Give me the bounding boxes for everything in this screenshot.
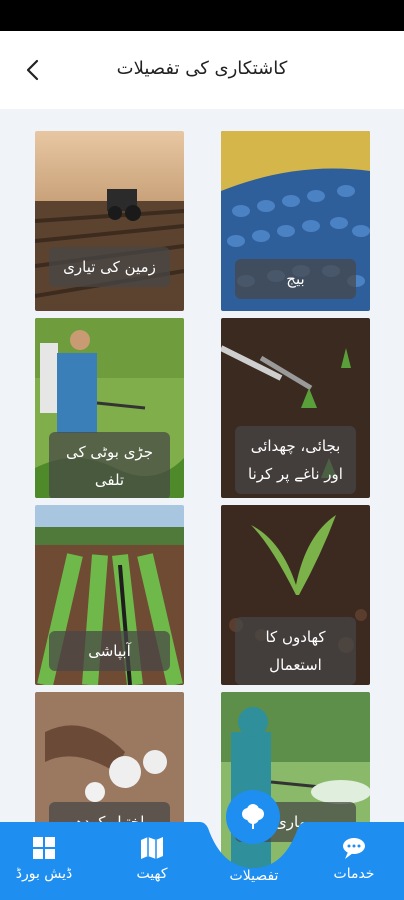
nav-details[interactable]: تفصیلات [214, 868, 294, 884]
card-seeds[interactable]: بیج [221, 131, 370, 311]
card-label: آبپاشی [49, 631, 170, 671]
header: کاشتکاری کی تفصیلات [0, 31, 404, 109]
card-label: کھادوں کا استعمال [235, 617, 356, 685]
details-fab-button[interactable] [226, 790, 280, 844]
cotton-icon [242, 804, 264, 829]
map-icon [141, 837, 163, 859]
nav-details-label: تفصیلات [229, 868, 279, 884]
bottom-navigation: ڈیش بورڈ کھیت تفصیلات خدمات [0, 822, 404, 900]
nav-services-label: خدمات [333, 866, 375, 882]
card-label: بجائی، چھدائی اور ناغے پر کرنا [235, 426, 356, 494]
card-label: جڑی بوٹی کی تلفی [49, 432, 170, 498]
crop-details-grid: زمین کی تیاری بیج جڑی بوٹی کی تلفی بجائی… [0, 109, 404, 900]
card-weed-control[interactable]: جڑی بوٹی کی تلفی [35, 318, 184, 498]
page-title: کاشتکاری کی تفصیلات [116, 58, 288, 79]
status-bar [0, 0, 404, 31]
nav-field[interactable]: کھیت [112, 834, 192, 882]
nav-services[interactable]: خدمات [314, 834, 394, 882]
dashboard-icon [33, 837, 55, 859]
chat-icon [343, 838, 365, 859]
card-label: زمین کی تیاری [49, 247, 170, 287]
nav-dashboard-label: ڈیش بورڈ [15, 866, 73, 882]
card-label: بیج [235, 259, 356, 299]
card-irrigation[interactable]: آبپاشی [35, 505, 184, 685]
card-fertilizer[interactable]: کھادوں کا استعمال [221, 505, 370, 685]
nav-field-label: کھیت [136, 866, 168, 882]
nav-dashboard[interactable]: ڈیش بورڈ [4, 834, 84, 882]
card-land-preparation[interactable]: زمین کی تیاری [35, 131, 184, 311]
card-sowing-thinning[interactable]: بجائی، چھدائی اور ناغے پر کرنا [221, 318, 370, 498]
